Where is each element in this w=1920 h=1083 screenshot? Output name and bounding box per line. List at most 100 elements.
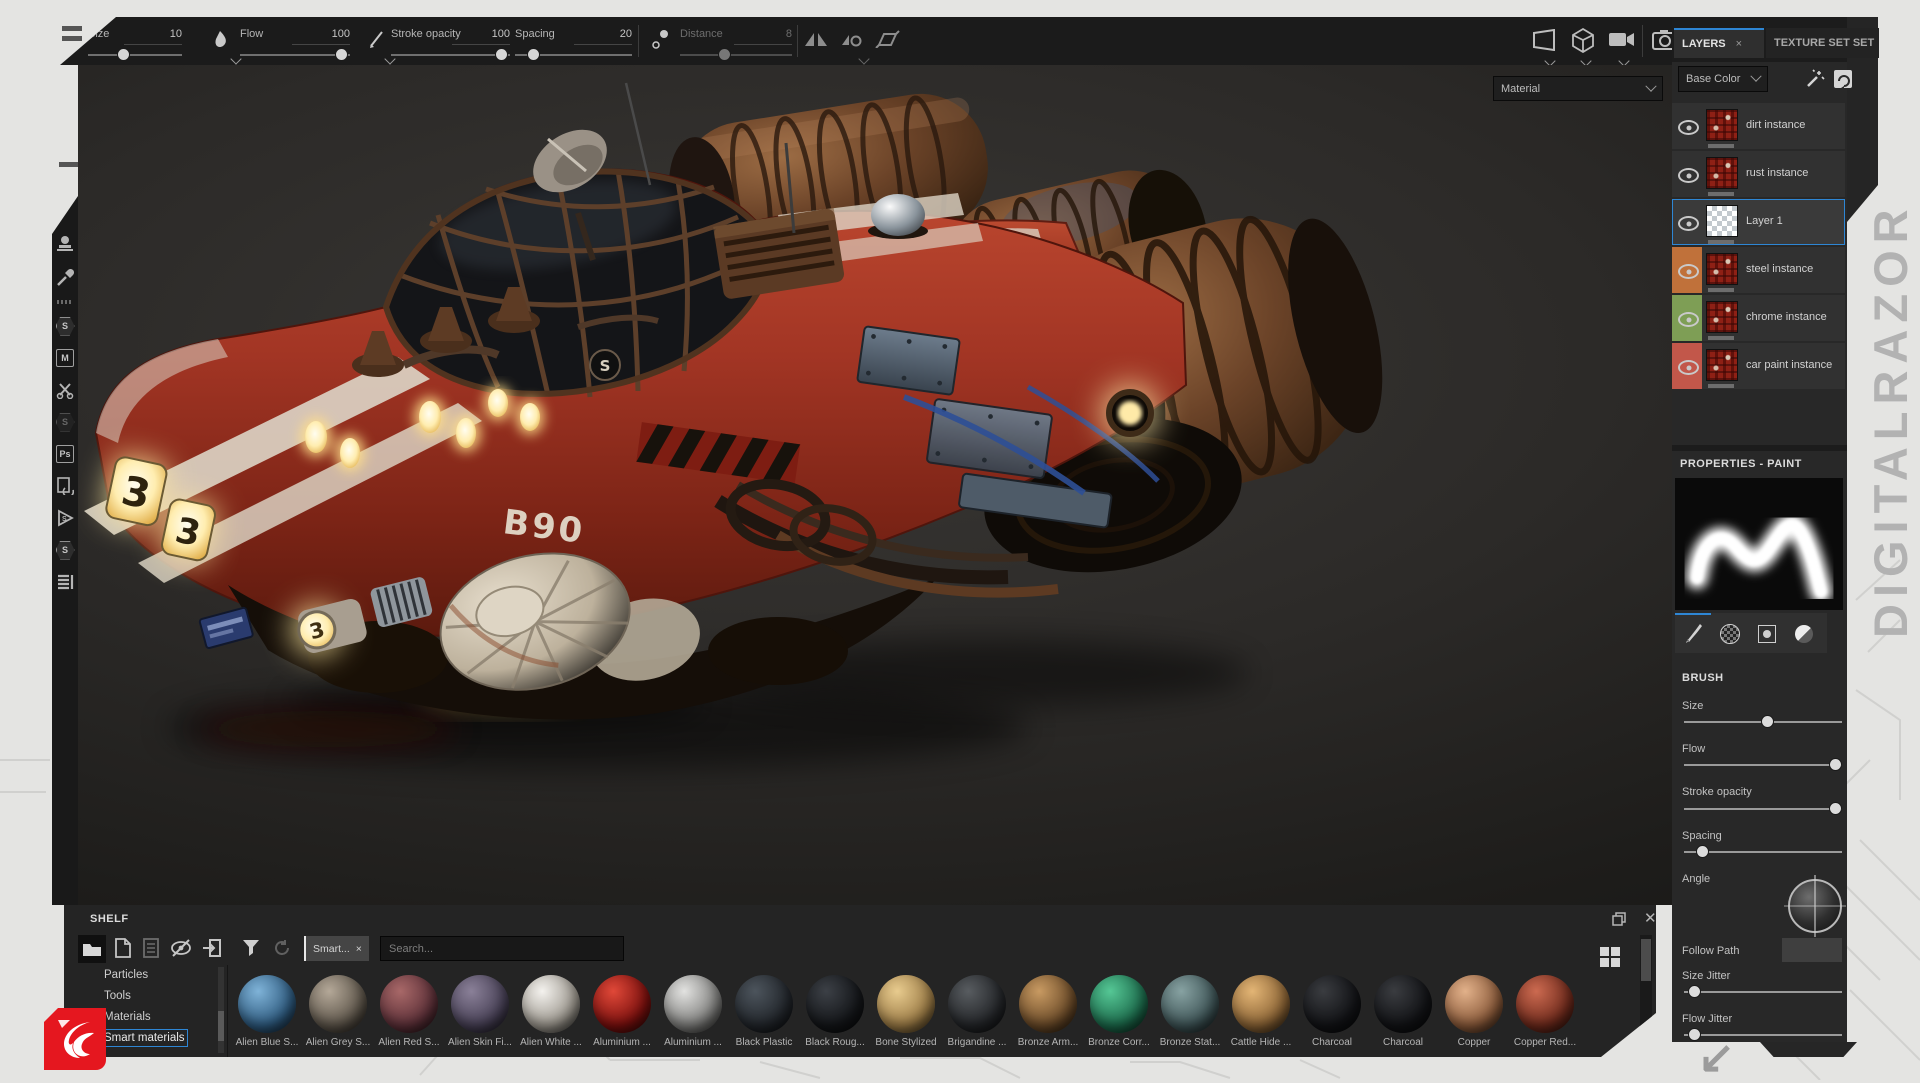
refresh-icon[interactable] [272,938,292,958]
layer-thumbnail[interactable] [1706,253,1738,285]
layer-row-rust-instance[interactable]: rust instance [1672,151,1845,197]
material-12[interactable]: Bronze Corr... [1090,975,1148,1055]
flow-slider[interactable] [1684,764,1842,766]
param-slider[interactable] [88,54,182,56]
material-sphere[interactable] [1090,975,1148,1033]
tab-stencil[interactable] [1754,621,1780,647]
tab-texture-set-settings[interactable]: TEXTURE SET SET [1766,28,1879,58]
param-value[interactable]: 100 [310,28,350,40]
tab-alpha[interactable] [1717,621,1743,647]
photoshop-export-icon[interactable]: Ps [55,444,75,464]
categories-scrollbar[interactable] [218,967,224,1053]
channel-dropdown[interactable]: Base Color [1678,66,1768,92]
slider-knob[interactable] [1696,845,1709,858]
slider-knob[interactable] [117,48,130,61]
panel-splitter[interactable] [1672,445,1847,451]
shelf-category-smart-materials[interactable]: Smart materials [104,1032,185,1044]
slider-knob[interactable] [527,48,540,61]
hide-resources-icon[interactable] [170,938,192,958]
material-4[interactable]: Alien White ... [522,975,580,1055]
slider-knob[interactable] [718,48,731,61]
layer-visibility-eye-icon[interactable] [1678,168,1699,183]
layer-visibility-eye-icon[interactable] [1678,360,1699,375]
material-5[interactable]: Aluminium ... [593,975,651,1055]
scissors-icon[interactable] [55,380,75,400]
slider-knob[interactable] [1829,758,1842,771]
material-16[interactable]: Charcoal [1374,975,1432,1055]
material-sphere[interactable] [1516,975,1574,1033]
material-9[interactable]: Bone Stylized [877,975,935,1055]
symmetry-mirror-icon[interactable] [803,30,829,48]
material-8[interactable]: Black Roug... [806,975,864,1055]
stroke-pencil-icon[interactable] [368,29,386,49]
document-sync-icon[interactable] [55,476,75,496]
import-resources-icon[interactable] [202,938,222,958]
materialize-icon[interactable]: M [55,348,75,368]
shelf-category-materials[interactable]: Materials [104,1011,151,1023]
slider-knob[interactable] [1761,715,1774,728]
search-input[interactable]: Search... [380,936,624,961]
magic-wand-icon[interactable] [1804,68,1826,90]
slider-knob[interactable] [1829,802,1842,815]
new-resource-icon[interactable] [114,938,132,958]
substance-disabled-icon[interactable]: S [55,412,75,432]
chip-close-icon[interactable]: × [356,943,362,955]
folder-icon[interactable] [78,935,106,963]
eyedropper-icon[interactable] [55,268,75,288]
filter-funnel-icon[interactable] [242,939,260,957]
material-sphere[interactable] [1445,975,1503,1033]
substance-source-icon[interactable]: S [55,316,75,336]
layer-thumbnail[interactable] [1706,205,1738,237]
material-3[interactable]: Alien Skin Fi... [451,975,509,1055]
layer-effects-icon[interactable] [1832,68,1854,90]
layer-thumbnail[interactable] [1706,109,1738,141]
material-sphere[interactable] [309,975,367,1033]
layer-thumbnail[interactable] [1706,301,1738,333]
tab-brush[interactable] [1680,620,1706,646]
material-11[interactable]: Bronze Arm... [1019,975,1077,1055]
material-sphere[interactable] [948,975,1006,1033]
shader-dropdown[interactable]: Material [1493,76,1663,101]
camera-view-icon[interactable] [1608,31,1636,49]
material-17[interactable]: Copper [1445,975,1503,1055]
size-slider[interactable] [1684,721,1842,723]
symmetry-chevron-icon[interactable] [858,53,869,64]
param-value[interactable]: 20 [592,28,632,40]
param-slider[interactable] [680,54,792,56]
restore-panel-icon[interactable] [1612,912,1626,926]
material-sphere[interactable] [522,975,580,1033]
material-0[interactable]: Alien Blue S... [238,975,296,1055]
layer-visibility-eye-icon[interactable] [1678,312,1699,327]
tab-layers[interactable]: LAYERS × [1674,28,1764,58]
slider-knob[interactable] [335,48,348,61]
spacing-dots-icon[interactable] [650,29,670,51]
material-18[interactable]: Copper Red... [1516,975,1574,1055]
layer-row-steel-instance[interactable]: steel instance [1672,247,1845,293]
material-sphere[interactable] [664,975,722,1033]
layer-visibility-eye-icon[interactable] [1678,216,1699,231]
spacing-slider[interactable] [1684,851,1842,853]
material-sphere[interactable] [593,975,651,1033]
shelf-category-particles[interactable]: Particles [104,969,148,981]
close-panel-icon[interactable]: ✕ [1644,909,1657,927]
material-sphere[interactable] [735,975,793,1033]
slider-knob[interactable] [1688,985,1701,998]
param-value[interactable]: 100 [470,28,510,40]
material-sphere[interactable] [806,975,864,1033]
material-sphere[interactable] [451,975,509,1033]
layer-thumbnail[interactable] [1706,349,1738,381]
tab-close-icon[interactable]: × [1736,38,1742,50]
material-2[interactable]: Alien Red S... [380,975,438,1055]
param-value[interactable]: 10 [142,28,182,40]
slider-knob[interactable] [495,48,508,61]
grid-view-icon[interactable] [1598,945,1622,969]
stroke-opacity-slider[interactable] [1684,808,1842,810]
material-sphere[interactable] [1374,975,1432,1033]
param-slider[interactable] [391,54,510,56]
layer-row-dirt-instance[interactable]: dirt instance [1672,103,1845,149]
shelf-category-tools[interactable]: Tools [104,990,131,1002]
display-settings-icon[interactable] [1530,29,1560,51]
layer-row-car-paint-instance[interactable]: car paint instance [1672,343,1845,389]
material-10[interactable]: Brigandine ... [948,975,1006,1055]
clone-stamp-icon[interactable] [55,234,75,254]
